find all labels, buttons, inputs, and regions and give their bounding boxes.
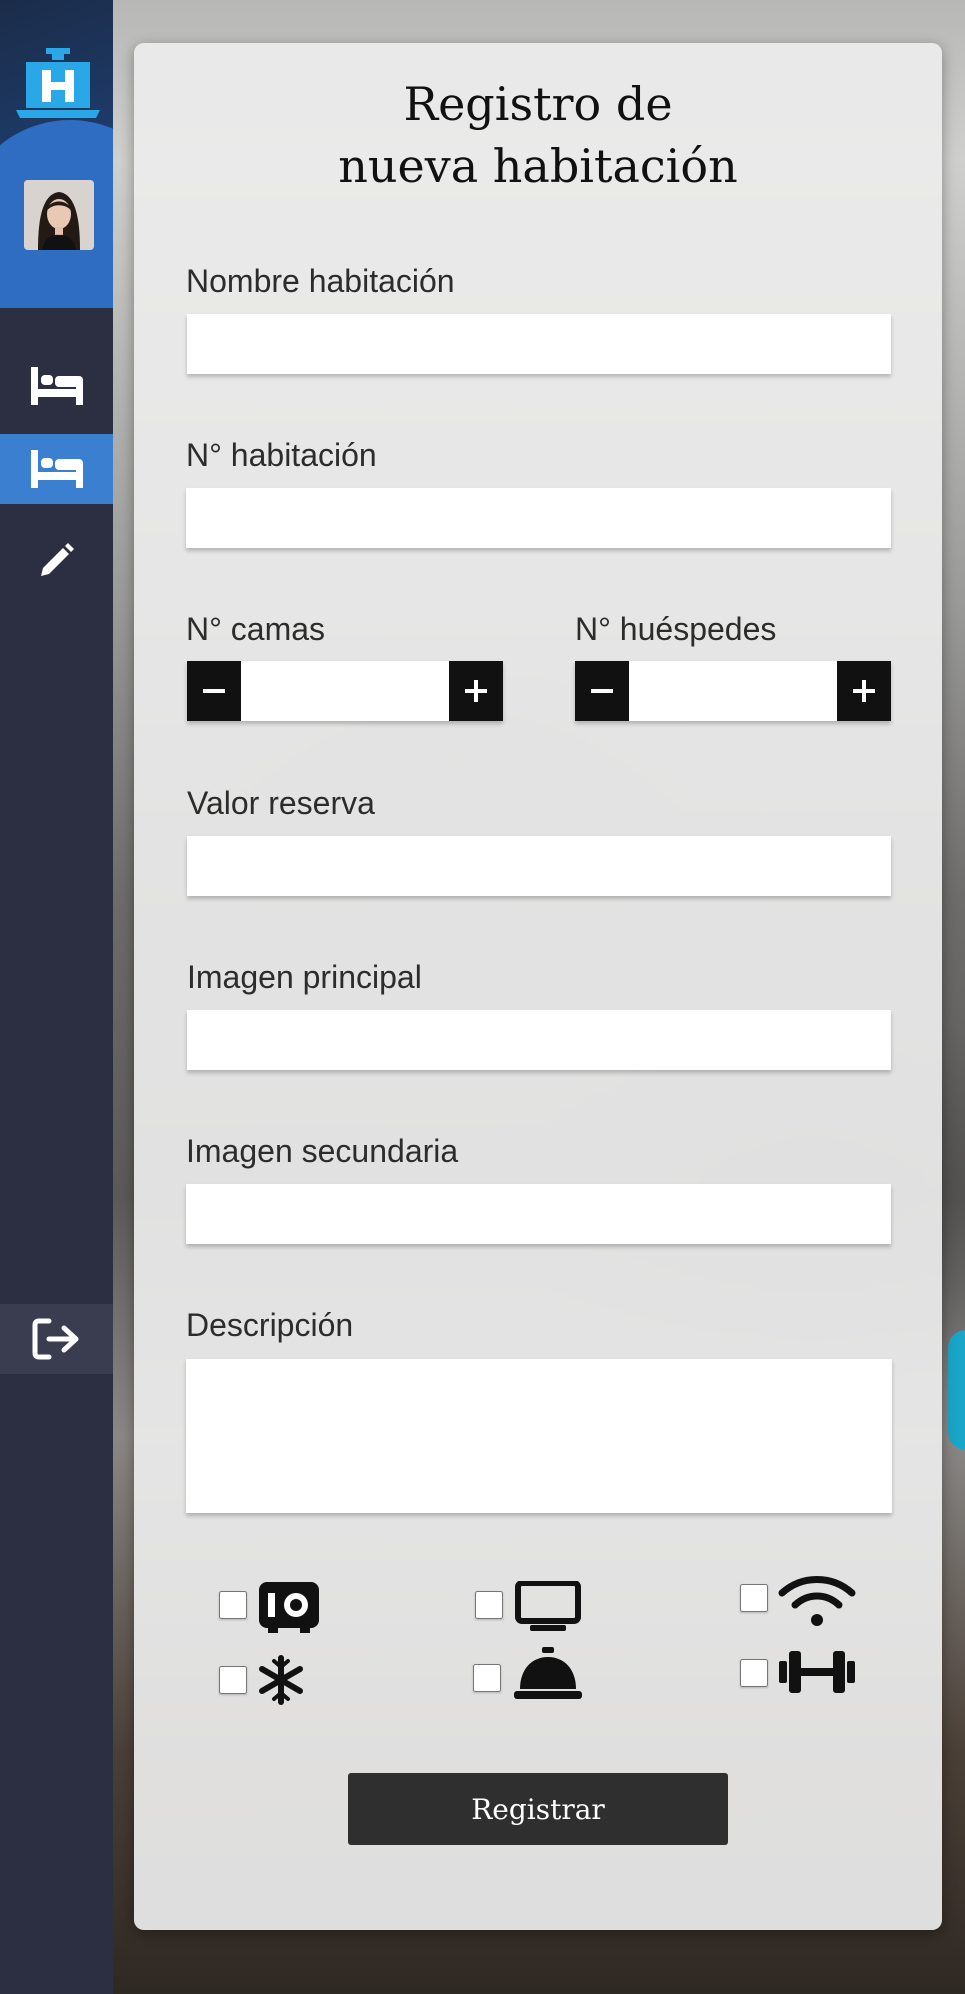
page-title: Registro de nueva habitación	[134, 73, 942, 197]
bed-icon	[30, 367, 83, 405]
room-number-field[interactable]	[186, 488, 891, 548]
guests-stepper	[575, 661, 891, 721]
wifi-checkbox[interactable]	[740, 1584, 768, 1612]
description-label: Descripción	[186, 1307, 354, 1343]
beds-stepper	[187, 661, 503, 721]
minus-icon	[591, 689, 613, 693]
gym-checkbox[interactable]	[740, 1659, 768, 1687]
room-name-field[interactable]	[187, 314, 891, 374]
guests-increment-button[interactable]	[837, 661, 891, 721]
sidebar-header	[0, 0, 113, 308]
secondary-image-field[interactable]	[186, 1184, 891, 1244]
wifi-icon	[778, 1576, 856, 1626]
sidebar	[0, 0, 113, 1994]
sidebar-item-logout[interactable]	[0, 1304, 113, 1374]
beds-increment-button[interactable]	[449, 661, 503, 721]
plus-icon	[465, 680, 487, 702]
tv-icon	[515, 1581, 581, 1631]
description-field[interactable]	[186, 1359, 892, 1513]
bed-icon	[30, 450, 83, 488]
beds-label: N° camas	[186, 611, 326, 647]
tv-checkbox[interactable]	[475, 1591, 503, 1619]
beds-input[interactable]	[241, 661, 449, 721]
logout-icon	[32, 1318, 78, 1360]
price-field[interactable]	[187, 836, 891, 896]
sidebar-item-rooms[interactable]	[0, 351, 113, 421]
hotel-logo-icon[interactable]	[16, 48, 100, 120]
pencil-icon	[40, 543, 74, 576]
room-name-label: Nombre habitación	[186, 263, 455, 299]
guests-decrement-button[interactable]	[575, 661, 629, 721]
sidebar-item-new-room[interactable]	[0, 434, 113, 504]
safe-icon	[259, 1582, 319, 1633]
register-button[interactable]: Registrar	[348, 1773, 728, 1845]
sidebar-item-edit[interactable]	[0, 525, 113, 595]
service-bell-icon	[514, 1647, 582, 1699]
beds-decrement-button[interactable]	[187, 661, 241, 721]
room-service-checkbox[interactable]	[473, 1664, 501, 1692]
plus-icon	[853, 680, 875, 702]
price-label: Valor reserva	[187, 785, 375, 821]
ac-checkbox[interactable]	[219, 1666, 247, 1694]
room-number-label: N° habitación	[186, 437, 377, 473]
guests-label: N° huéspedes	[575, 611, 777, 647]
minus-icon	[203, 689, 225, 693]
title-line-1: Registro de	[403, 77, 673, 131]
room-registration-card: Registro de nueva habitación Nombre habi…	[134, 43, 942, 1930]
avatar[interactable]	[24, 180, 94, 250]
safe-checkbox[interactable]	[219, 1591, 247, 1619]
main-image-label: Imagen principal	[187, 959, 422, 995]
dumbbell-icon	[779, 1651, 855, 1693]
main-image-field[interactable]	[187, 1010, 891, 1070]
guests-input[interactable]	[629, 661, 837, 721]
title-line-2: nueva habitación	[338, 139, 738, 193]
secondary-image-label: Imagen secundaria	[186, 1133, 459, 1169]
snowflake-icon	[259, 1655, 303, 1705]
